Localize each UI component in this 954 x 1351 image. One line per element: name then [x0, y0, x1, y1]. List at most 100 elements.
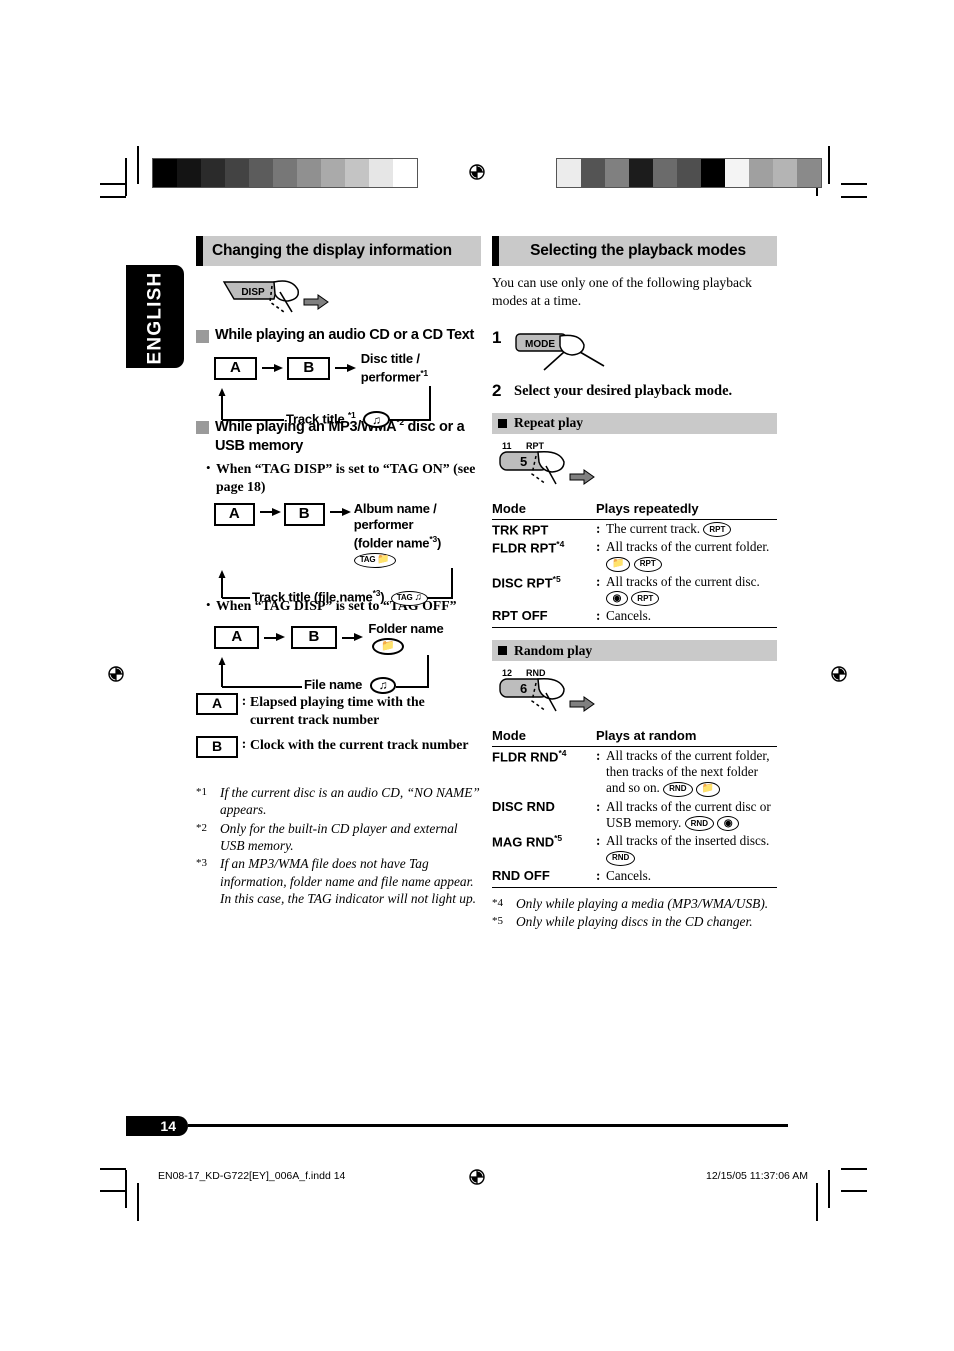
- greyscale-swatch-10: [393, 159, 417, 187]
- folder-indicator-icon: 📁: [372, 637, 404, 655]
- flow3-item2-text: File name: [304, 676, 363, 692]
- crop-mark-tl-v2: [125, 158, 127, 196]
- flow2-item2-close: ): [380, 589, 385, 605]
- folder-indicator-icon: 📁: [695, 781, 721, 797]
- arrow-right-icon: [259, 507, 281, 517]
- repeat-colon-1: :: [596, 539, 601, 555]
- step-2-text: Select your desired playback mode.: [514, 382, 733, 399]
- rpt-indicator-icon: RPT: [633, 556, 662, 572]
- flow2-item-album-name: Album name / performer (folder name*3) T…: [353, 501, 481, 569]
- random-mode-off-label: RND OFF: [492, 867, 550, 883]
- step-2-number: 2: [492, 380, 502, 400]
- display-state-a-box: A: [214, 626, 260, 650]
- table-row: DISC RPT*5 : All tracks of the current d…: [492, 573, 777, 607]
- legend-box-a: A: [196, 692, 238, 715]
- greyscale-swatch-5: [273, 159, 297, 187]
- random-mode-fldr: FLDR RND*4: [492, 747, 596, 798]
- crop-mark-br-h2: [841, 1190, 867, 1192]
- repeat-mode-off: RPT OFF: [492, 607, 596, 625]
- footnote-2: *2 Only for the built-in CD player and e…: [196, 820, 481, 855]
- repeat-desc-disc: All tracks of the current disc. ◉ RPT: [606, 573, 777, 607]
- rpt-indicator-icon: RPT: [631, 591, 660, 607]
- crop-mark-tl-v: [137, 146, 139, 184]
- display-state-b-box: B: [287, 356, 331, 380]
- svg-text:DISP: DISP: [241, 287, 265, 298]
- subhead-audio-cd: While playing an audio CD or a CD Text: [196, 326, 481, 345]
- repeat-mode-disc-label: DISC RPT: [492, 575, 553, 591]
- disc-indicator-icon: ◉: [717, 816, 740, 832]
- table-row: RPT OFF : Cancels.: [492, 607, 777, 625]
- footnote-3-text: If an MP3/WMA file does not have Tag inf…: [220, 856, 477, 907]
- random-mode-off: RND OFF: [492, 867, 596, 885]
- flow2-item2-text: Track title (file name: [252, 589, 373, 605]
- greyscale-swatch-9: [773, 159, 797, 187]
- bullet-tag-on: • When “TAG DISP” is set to “TAG ON” (se…: [206, 460, 481, 496]
- svg-text:MODE: MODE: [525, 339, 555, 350]
- display-state-a-box: A: [214, 356, 257, 380]
- flow-diagram-tag-off: A B Folder name 📁 File name ♫: [214, 621, 481, 694]
- rnd-indicator-icon: RND: [663, 781, 693, 797]
- repeat-mode-fldr-sup: *4: [556, 539, 565, 550]
- music-note-indicator-icon: ♫: [369, 676, 397, 694]
- footnote-5-text: Only while playing discs in the CD chang…: [516, 914, 753, 930]
- repeat-colon-0: :: [596, 520, 601, 536]
- greyscale-swatch-8: [749, 159, 773, 187]
- flow3-item-file-name: File name ♫: [304, 676, 397, 694]
- crop-mark-br-v2: [816, 1183, 818, 1221]
- crop-mark-br-v: [828, 1170, 830, 1208]
- greyscale-swatch-9: [369, 159, 393, 187]
- section-title-display-info: Changing the display information: [212, 242, 452, 259]
- flow3-item-folder-name: Folder name 📁: [368, 621, 481, 655]
- flow2-item1-line2: (folder name: [353, 535, 430, 551]
- table-header-row: Mode Plays at random: [492, 726, 777, 748]
- legend-colon-a: :: [241, 692, 247, 708]
- random-desc-mag: All tracks of the inserted discs. RND: [606, 832, 777, 866]
- random-play-title: Random play: [514, 642, 593, 658]
- print-footer-date: 12/15/05 11:37:06 AM: [706, 1170, 808, 1182]
- crop-mark-br-h: [841, 1168, 867, 1170]
- footnote-5: *5 Only while playing discs in the CD ch…: [492, 913, 777, 930]
- svg-text:5: 5: [520, 454, 527, 469]
- svg-text:RND: RND: [526, 668, 546, 678]
- random-mode-mag-label: MAG RND: [492, 834, 555, 850]
- rnd-indicator-icon: RND: [684, 816, 714, 832]
- mode-button-illustration: MODE: [514, 328, 624, 377]
- footnote-5-marker: *5: [492, 915, 503, 928]
- greyscale-swatch-1: [177, 159, 201, 187]
- tag-pill-label: TAG: [396, 593, 413, 603]
- repeat-table-bottom-rule: [492, 627, 777, 629]
- arrow-right-icon: [335, 363, 357, 373]
- greyscale-swatch-5: [677, 159, 701, 187]
- greyscale-swatch-4: [249, 159, 273, 187]
- footnotes-right: *4 Only while playing a media (MP3/WMA/U…: [492, 895, 777, 931]
- footnote-2-marker: *2: [196, 821, 207, 834]
- page-bottom-rule: [188, 1124, 788, 1127]
- random-colon-2: :: [596, 833, 601, 849]
- random-desc-disc: All tracks of the current disc or USB me…: [606, 798, 777, 832]
- display-state-b-box: B: [283, 502, 325, 526]
- flow1-item-disc-title: Disc title / performer*1: [361, 351, 481, 386]
- footnote-4: *4 Only while playing a media (MP3/WMA/U…: [492, 895, 777, 912]
- repeat-mode-fldr-label: FLDR RPT: [492, 540, 557, 556]
- crop-mark-bl-v: [125, 1170, 127, 1208]
- crop-mark-tl-h: [100, 183, 126, 185]
- playback-modes-intro: You can use only one of the following pl…: [492, 275, 752, 308]
- greyscale-swatch-7: [321, 159, 345, 187]
- page-number-label: 14: [160, 1118, 176, 1134]
- greyscale-swatch-1: [581, 159, 605, 187]
- step-1: 1 MODE: [492, 328, 777, 377]
- flow1-item1-footnote-marker: *1: [420, 367, 428, 378]
- repeat-col-mode: Mode: [492, 498, 596, 520]
- repeat-colon-3: :: [596, 608, 601, 624]
- table-row: FLDR RPT*4 : All tracks of the current f…: [492, 538, 777, 572]
- random-mode-disc-label: DISC RND: [492, 798, 555, 814]
- greyscale-swatch-0: [557, 159, 581, 187]
- repeat-desc-fldr: All tracks of the current folder. 📁 RPT: [606, 538, 777, 572]
- random-col-mode: Mode: [492, 726, 596, 748]
- repeat-play-header: Repeat play: [492, 412, 777, 434]
- registration-target-bottom: [466, 1166, 488, 1188]
- greyscale-swatch-8: [345, 159, 369, 187]
- repeat-col-desc: Plays repeatedly: [596, 498, 777, 520]
- flow2-item-track-title: Track title (file name*3) TAG ♫: [252, 588, 428, 606]
- arrow-right-icon: [264, 633, 286, 642]
